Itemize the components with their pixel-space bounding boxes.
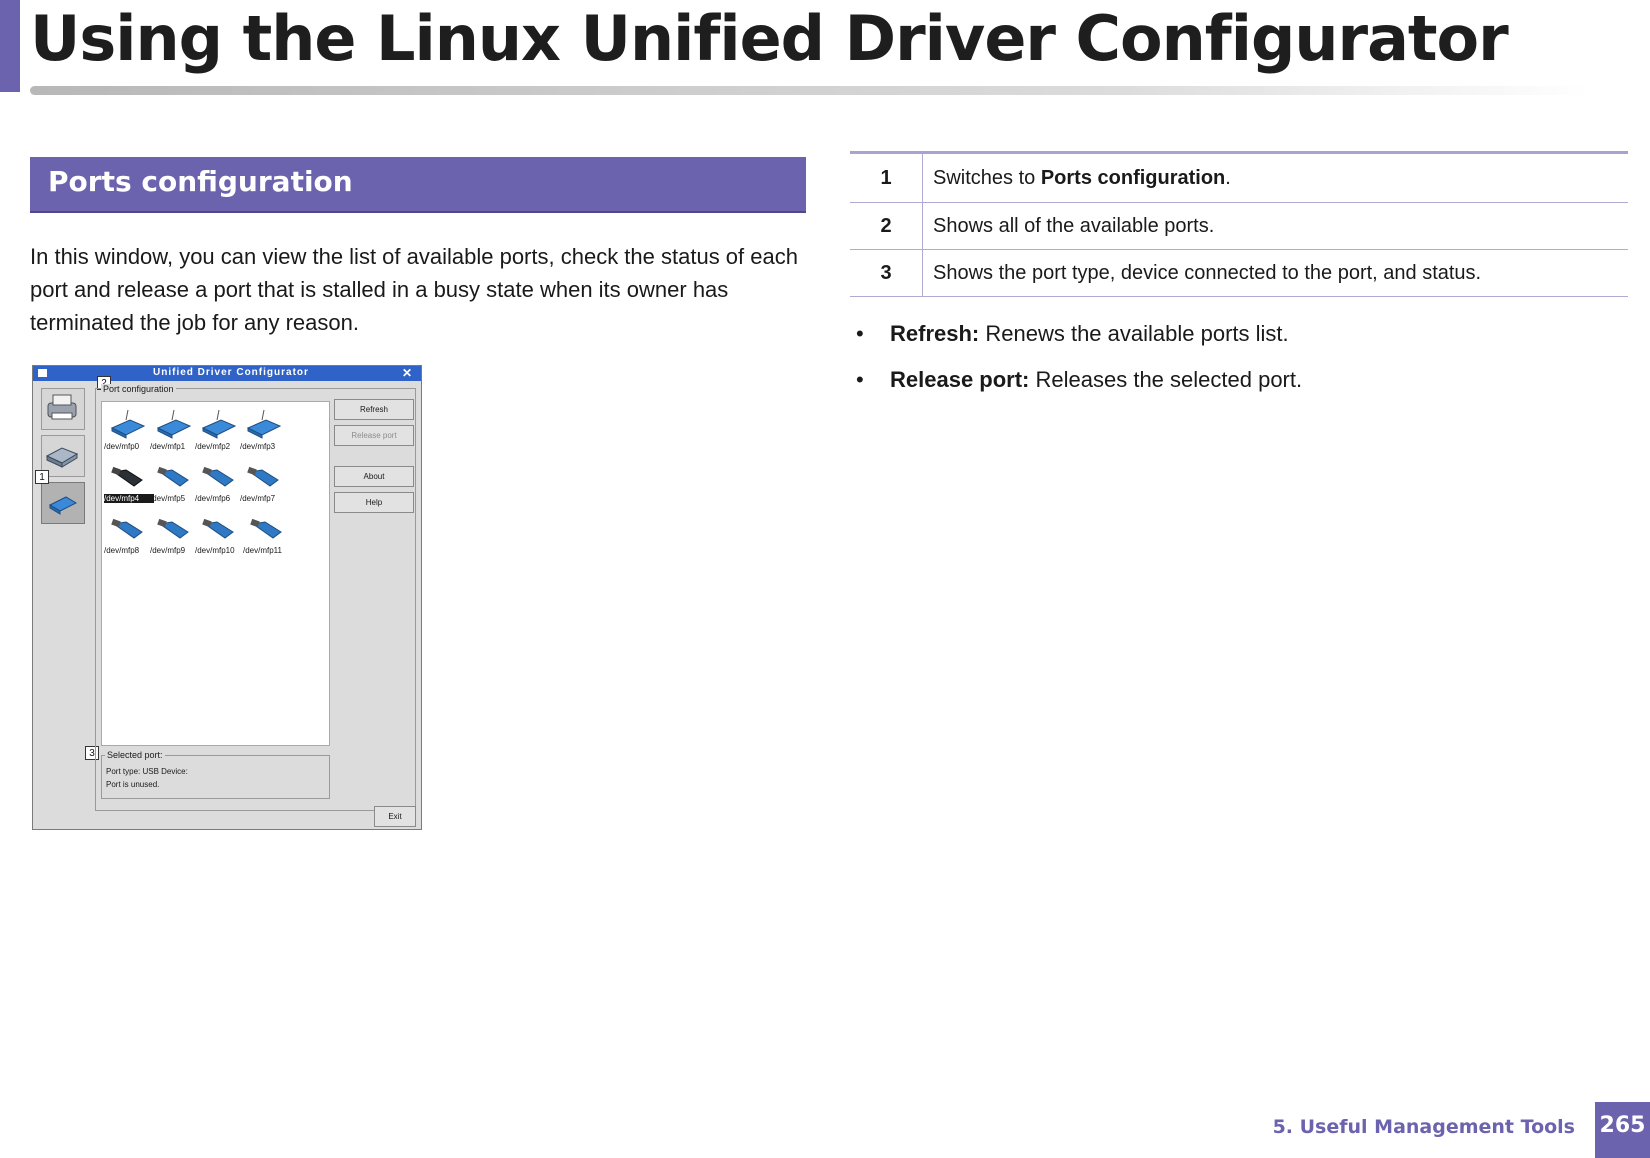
usb-port-icon (111, 518, 143, 539)
selected-port-frame (101, 755, 330, 799)
about-button[interactable]: About (334, 466, 414, 487)
page-number: 265 (1595, 1102, 1650, 1158)
bullet-label: Refresh: (890, 321, 980, 346)
refresh-button[interactable]: Refresh (334, 399, 414, 420)
close-icon[interactable]: ✕ (402, 366, 412, 380)
callout-table: 1 Switches to Ports configuration. 2 Sho… (850, 151, 1628, 297)
port-item[interactable]: /dev/mfp10 (195, 510, 243, 562)
dialog-titlebar: Unified Driver Configurator ✕ (33, 366, 421, 381)
row-description: Switches to Ports configuration. (922, 151, 1628, 203)
footer-chapter: 5. Useful Management Tools (1272, 1116, 1575, 1138)
section-header: Ports configuration (30, 157, 806, 213)
window-menu-icon[interactable] (38, 369, 47, 377)
title-accent-bar (0, 0, 20, 92)
callout-1: 1 (35, 470, 49, 484)
table-row: 2 Shows all of the available ports. (850, 202, 1628, 250)
row-description: Shows all of the available ports. (922, 202, 1628, 250)
selected-port-label: Selected port: (105, 750, 165, 760)
usb-port-icon (111, 466, 143, 487)
usb-port-icon (250, 518, 282, 539)
table-row: 3 Shows the port type, device connected … (850, 249, 1628, 297)
table-row: 1 Switches to Ports configuration. (850, 151, 1628, 203)
button-descriptions: • Refresh: Renews the available ports li… (850, 318, 1302, 410)
port-status-text: Port is unused. (106, 780, 160, 789)
bullet-icon: • (856, 367, 864, 392)
port-item[interactable]: /dev/mfp11 (243, 510, 291, 562)
parallel-port-icon (156, 409, 192, 439)
port-item[interactable]: /dev/mfp0 (104, 406, 152, 458)
page-title: Using the Linux Unified Driver Configura… (30, 2, 1509, 75)
ports-list[interactable]: /dev/mfp0 /dev/mfp1 /dev/mfp2 /dev/mfp3 … (101, 401, 330, 746)
port-icon (48, 496, 78, 515)
row-number: 1 (850, 151, 923, 203)
printers-config-button[interactable] (41, 388, 85, 430)
port-item[interactable]: /dev/mfp3 (240, 406, 288, 458)
bullet-icon: • (856, 321, 864, 346)
port-item[interactable]: /dev/mfp8 (104, 510, 152, 562)
usb-port-icon (247, 466, 279, 487)
dialog-title: Unified Driver Configurator (153, 367, 309, 378)
release-port-button[interactable]: Release port (334, 425, 414, 446)
port-config-label: Port configuration (101, 384, 176, 394)
port-item[interactable]: /dev/mfp1 (150, 406, 198, 458)
usb-port-icon (157, 518, 189, 539)
row-number: 2 (850, 202, 923, 250)
port-item[interactable]: /dev/mfp2 (195, 406, 243, 458)
usb-port-icon (157, 466, 189, 487)
port-item[interactable]: /dev/mfp5 (150, 458, 198, 510)
bullet-text: Renews the available ports list. (979, 321, 1289, 346)
section-title: Ports configuration (48, 165, 353, 198)
list-item: • Refresh: Renews the available ports li… (850, 318, 1302, 364)
bullet-label: Release port: (890, 367, 1030, 392)
title-underline (30, 86, 1590, 95)
configurator-screenshot: Unified Driver Configurator ✕ 2 1 3 Port… (32, 365, 422, 830)
parallel-port-icon (110, 409, 146, 439)
parallel-port-icon (201, 409, 237, 439)
row-description: Shows the port type, device connected to… (922, 249, 1628, 297)
intro-paragraph: In this window, you can view the list of… (30, 244, 798, 335)
usb-port-icon (202, 466, 234, 487)
exit-button[interactable]: Exit (374, 806, 416, 827)
port-item-selected[interactable]: /dev/mfp4 (104, 458, 154, 510)
port-item[interactable]: /dev/mfp7 (240, 458, 288, 510)
usb-port-icon (202, 518, 234, 539)
list-item: • Release port: Releases the selected po… (850, 364, 1302, 410)
help-button[interactable]: Help (334, 492, 414, 513)
port-item[interactable]: /dev/mfp6 (195, 458, 243, 510)
printer-icon (47, 394, 77, 420)
ports-config-button[interactable] (41, 482, 85, 524)
port-item[interactable]: /dev/mfp9 (150, 510, 198, 562)
port-type-text: Port type: USB Device: (106, 767, 188, 776)
bullet-text: Releases the selected port. (1029, 367, 1303, 392)
row-number: 3 (850, 249, 923, 297)
scanner-icon (45, 447, 79, 468)
parallel-port-icon (246, 409, 282, 439)
